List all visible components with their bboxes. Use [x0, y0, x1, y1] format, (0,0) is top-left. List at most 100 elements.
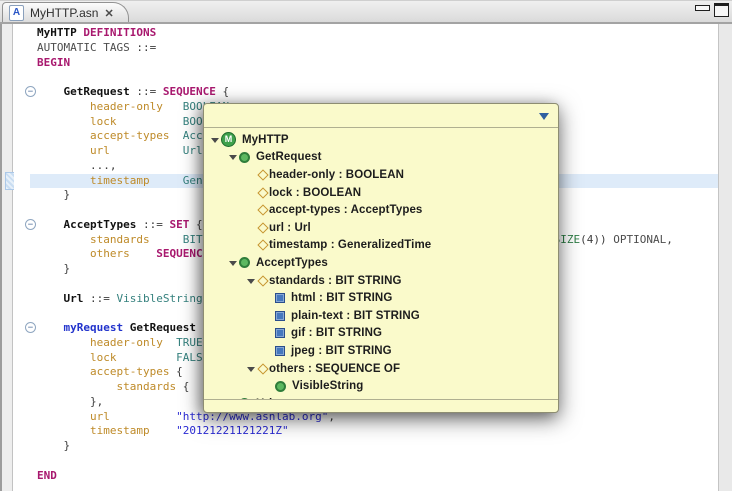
- code-token: [37, 424, 90, 437]
- outline-item[interactable]: url : Url: [204, 219, 558, 237]
- code-token: }: [37, 439, 70, 452]
- outline-item[interactable]: lock : BOOLEAN: [204, 184, 558, 202]
- field-icon: [257, 205, 268, 216]
- outline-item[interactable]: standards : BIT STRING: [204, 272, 558, 290]
- code-token: {: [169, 365, 182, 378]
- field-icon: [257, 169, 268, 180]
- code-token: ...,: [37, 159, 116, 172]
- outline-item[interactable]: AcceptTypes: [204, 254, 558, 272]
- field-icon: [257, 363, 268, 374]
- code-token: url: [90, 144, 110, 157]
- expand-arrow-icon[interactable]: [229, 261, 237, 266]
- outline-item-label: standards : BIT STRING: [269, 275, 402, 287]
- fold-collapse-icon[interactable]: −: [25, 322, 36, 333]
- annotation-ruler[interactable]: [0, 24, 13, 491]
- expand-arrow-icon[interactable]: [247, 279, 255, 284]
- code-token: DEFINITIONS: [83, 26, 156, 39]
- type-icon: [239, 257, 250, 268]
- code-token: GetRequest: [64, 85, 130, 98]
- bit-icon: [275, 293, 285, 303]
- fold-collapse-icon[interactable]: −: [25, 219, 36, 230]
- code-token: ::=: [130, 85, 163, 98]
- code-line[interactable]: AUTOMATIC TAGS ::=: [30, 41, 718, 56]
- code-token: [123, 321, 130, 334]
- outline-filter-input[interactable]: [208, 106, 532, 126]
- code-line[interactable]: [30, 454, 718, 469]
- code-token: SEQUENCE: [156, 247, 209, 260]
- outline-item[interactable]: VisibleString: [204, 377, 558, 395]
- code-line[interactable]: timestamp "20121221121221Z": [30, 424, 718, 439]
- code-token: {: [176, 380, 189, 393]
- code-token: },: [37, 395, 103, 408]
- code-token: [37, 292, 64, 305]
- code-token: [130, 247, 157, 260]
- bit-icon: [275, 328, 285, 338]
- outline-item[interactable]: accept-types : AcceptTypes: [204, 201, 558, 219]
- outline-tree: MMyHTTP GetRequest header-only : BOOLEAN lo…: [204, 128, 558, 399]
- code-line[interactable]: END: [30, 469, 718, 484]
- expand-arrow-slot: [226, 260, 239, 266]
- outline-item-label: header-only : BOOLEAN: [269, 169, 404, 181]
- expand-arrow-icon[interactable]: [229, 155, 237, 160]
- outline-item[interactable]: plain-text : BIT STRING: [204, 307, 558, 325]
- field-icon: [257, 240, 268, 251]
- outline-item-label: accept-types : AcceptTypes: [269, 204, 422, 216]
- code-token: Url: [64, 292, 84, 305]
- code-token: [150, 233, 183, 246]
- code-token: lock: [90, 115, 117, 128]
- code-token: accept-types: [90, 129, 169, 142]
- outline-item-label: GetRequest: [256, 151, 322, 163]
- outline-item-label: others : SEQUENCE OF: [269, 363, 400, 375]
- code-token: BEGIN: [37, 56, 70, 69]
- code-line[interactable]: GetRequest ::= SEQUENCE {: [30, 85, 718, 100]
- code-token: timestamp: [90, 424, 150, 437]
- outline-filter-bar: [204, 104, 558, 128]
- code-token: ::=: [130, 41, 157, 54]
- code-token: ::=: [136, 218, 169, 231]
- tab-myhttp-asn[interactable]: A MyHTTP.asn ✕: [2, 2, 129, 23]
- outline-item[interactable]: header-only : BOOLEAN: [204, 166, 558, 184]
- field-icon: [257, 222, 268, 233]
- code-line[interactable]: }: [30, 439, 718, 454]
- expand-arrow-icon[interactable]: [247, 367, 255, 372]
- code-token: standards: [116, 380, 176, 393]
- outline-item[interactable]: timestamp : GeneralizedTime: [204, 237, 558, 255]
- expand-arrow-slot: [208, 137, 221, 143]
- outline-item[interactable]: MMyHTTP: [204, 131, 558, 149]
- code-line[interactable]: [30, 70, 718, 85]
- code-token: AcceptTypes: [64, 218, 137, 231]
- code-token: others: [90, 247, 130, 260]
- code-token: timestamp: [90, 174, 150, 187]
- code-token: header-only: [90, 100, 163, 113]
- close-icon[interactable]: ✕: [104, 7, 113, 20]
- code-token: header-only: [90, 336, 163, 349]
- outline-item-label: jpeg : BIT STRING: [291, 345, 392, 357]
- code-token: END: [37, 469, 57, 482]
- code-line[interactable]: MyHTTP DEFINITIONS: [30, 26, 718, 41]
- code-token: (4)): [580, 233, 613, 246]
- code-token: ::=: [83, 292, 116, 305]
- outline-item[interactable]: gif : BIT STRING: [204, 325, 558, 343]
- code-token: [37, 410, 90, 423]
- code-token: [37, 365, 90, 378]
- fold-collapse-icon[interactable]: −: [25, 86, 36, 97]
- expand-arrow-icon[interactable]: [211, 138, 219, 143]
- bit-icon: [275, 346, 285, 356]
- dropdown-menu-icon[interactable]: [539, 113, 549, 120]
- code-token: [116, 351, 176, 364]
- overview-ruler[interactable]: [718, 24, 732, 491]
- code-line[interactable]: BEGIN: [30, 56, 718, 71]
- outline-item[interactable]: others : SEQUENCE OF: [204, 360, 558, 378]
- outline-item-label: AcceptTypes: [256, 257, 328, 269]
- code-token: SEQUENCE: [163, 85, 216, 98]
- maximize-icon[interactable]: [714, 3, 729, 17]
- popup-resize-grip[interactable]: [204, 399, 558, 412]
- code-token: [37, 85, 64, 98]
- outline-item[interactable]: jpeg : BIT STRING: [204, 342, 558, 360]
- outline-item-label: plain-text : BIT STRING: [291, 310, 420, 322]
- outline-item[interactable]: GetRequest: [204, 149, 558, 167]
- minimize-icon[interactable]: [695, 5, 710, 11]
- type-icon: [275, 381, 286, 392]
- outline-item[interactable]: html : BIT STRING: [204, 289, 558, 307]
- editor-tab-bar: A MyHTTP.asn ✕: [0, 0, 732, 23]
